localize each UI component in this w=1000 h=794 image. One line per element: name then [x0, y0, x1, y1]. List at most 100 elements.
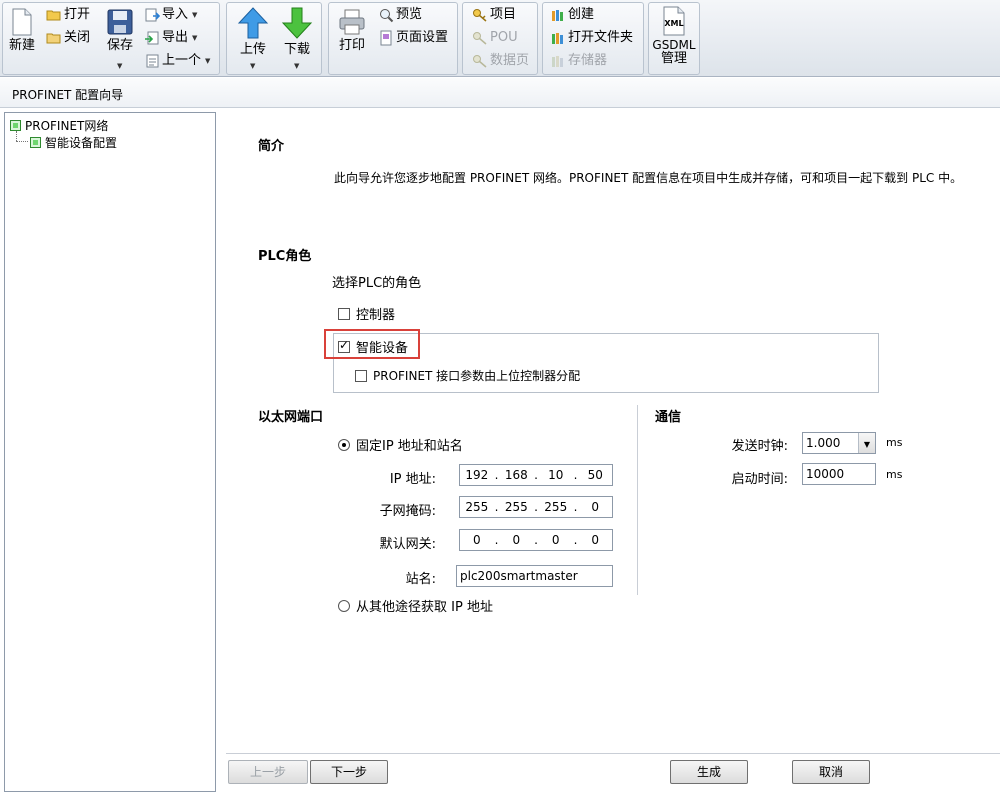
- download-arrow-icon: [281, 7, 313, 39]
- ip-octet-3[interactable]: 10: [539, 468, 573, 482]
- save-dropdown-arrow[interactable]: ▼: [117, 62, 122, 70]
- communication-heading: 通信: [655, 410, 682, 425]
- upload-button[interactable]: 上传: [232, 6, 274, 57]
- generate-button[interactable]: 生成: [670, 760, 748, 784]
- close-button[interactable]: 关闭: [46, 29, 90, 47]
- gateway-octet-1[interactable]: 0: [460, 533, 494, 547]
- station-name-input[interactable]: plc200smartmaster: [456, 565, 613, 587]
- send-clock-unit: ms: [886, 436, 903, 449]
- upload-arrow-icon: [237, 7, 269, 39]
- startup-time-unit: ms: [886, 468, 903, 481]
- create-button[interactable]: 创建: [550, 6, 594, 24]
- export-icon: [145, 31, 159, 45]
- memory-icon: [552, 56, 563, 67]
- wizard-content-panel: 简介 此向导允许您逐步地配置 PROFINET 网络。PROFINET 配置信息…: [216, 108, 1000, 794]
- intro-text: 此向导允许您逐步地配置 PROFINET 网络。PROFINET 配置信息在项目…: [334, 171, 963, 185]
- default-gateway-field[interactable]: 0. 0. 0. 0: [459, 529, 613, 551]
- ip-address-field[interactable]: 192. 168. 10. 50: [459, 464, 613, 486]
- next-step-button[interactable]: 下一步: [310, 760, 388, 784]
- mask-octet-2[interactable]: 255: [499, 500, 533, 514]
- ip-octet-2[interactable]: 168: [499, 468, 533, 482]
- pou-button[interactable]: POU: [472, 29, 518, 47]
- magnifier-icon: [380, 9, 394, 23]
- data-page-icon: [473, 55, 487, 68]
- send-clock-dropdown-button[interactable]: ▼: [858, 433, 875, 453]
- gateway-octet-2[interactable]: 0: [499, 533, 533, 547]
- page-setup-button[interactable]: 页面设置: [378, 29, 448, 47]
- save-disk-icon: [107, 9, 133, 35]
- new-button[interactable]: 新建: [4, 8, 40, 53]
- mask-octet-1[interactable]: 255: [460, 500, 494, 514]
- pou-icon: [473, 32, 487, 45]
- gateway-octet-4[interactable]: 0: [578, 533, 612, 547]
- data-page-button[interactable]: 数据页: [472, 52, 529, 70]
- other-ip-radio[interactable]: 从其他途径获取 IP 地址: [338, 596, 493, 615]
- other-ip-radio-dot[interactable]: [338, 599, 350, 612]
- subnet-mask-field[interactable]: 255. 255. 255. 0: [459, 496, 613, 518]
- send-clock-label: 发送时钟:: [731, 439, 788, 454]
- project-button[interactable]: 项目: [472, 6, 516, 24]
- save-button[interactable]: 保存: [102, 8, 138, 53]
- intro-heading: 简介: [258, 139, 285, 154]
- controller-checkbox[interactable]: 控制器: [338, 304, 395, 323]
- ethernet-heading: 以太网端口: [258, 410, 324, 425]
- default-gateway-label: 默认网关:: [379, 537, 436, 552]
- navigation-tree: PROFINET网络 智能设备配置: [4, 112, 216, 792]
- ip-octet-4[interactable]: 50: [578, 468, 612, 482]
- prev-step-button[interactable]: 上一步: [228, 760, 308, 784]
- gateway-octet-3[interactable]: 0: [539, 533, 573, 547]
- page-setup-icon: [380, 30, 392, 46]
- xml-file-icon: XML: [663, 6, 685, 36]
- open-library-folder-icon: [552, 33, 563, 44]
- network-node-icon: [10, 120, 21, 131]
- import-button[interactable]: 导入 ▼: [144, 6, 197, 24]
- import-icon: [145, 8, 160, 22]
- param-by-upper-controller-checkbox[interactable]: PROFINET 接口参数由上位控制器分配: [355, 367, 580, 384]
- tree-node-intelligent-device-config[interactable]: 智能设备配置: [30, 134, 117, 151]
- intelligent-device-checkbox[interactable]: 智能设备: [338, 337, 408, 356]
- startup-time-input[interactable]: 10000: [802, 463, 876, 485]
- open-folder-button[interactable]: 打开文件夹: [550, 29, 633, 47]
- folder-close-icon: [46, 33, 61, 44]
- cancel-button[interactable]: 取消: [792, 760, 870, 784]
- tree-node-profinet-network[interactable]: PROFINET网络: [10, 117, 108, 134]
- tree-connector: [16, 141, 28, 142]
- tree-connector: [16, 131, 17, 141]
- section-divider: [637, 405, 638, 595]
- plc-role-heading: PLC角色: [258, 249, 312, 264]
- controller-checkbox-box[interactable]: [338, 307, 350, 320]
- export-button[interactable]: 导出 ▼: [144, 29, 197, 47]
- mask-octet-4[interactable]: 0: [578, 500, 612, 514]
- gsdml-manage-button[interactable]: XML GSDML 管理: [650, 6, 698, 65]
- preview-button[interactable]: 预览: [378, 6, 422, 24]
- startup-time-label: 启动时间:: [731, 472, 788, 487]
- intelligent-device-checkbox-box[interactable]: [338, 338, 350, 353]
- print-button[interactable]: 打印: [334, 8, 370, 53]
- previous-button[interactable]: 上一个 ▼: [144, 52, 210, 70]
- plc-role-prompt: 选择PLC的角色: [332, 276, 422, 291]
- xml-badge: XML: [664, 19, 683, 28]
- device-config-node-icon: [30, 137, 41, 148]
- download-button[interactable]: 下载: [276, 6, 318, 57]
- ip-octet-1[interactable]: 192: [460, 468, 494, 482]
- button-bar-separator: [226, 753, 1000, 754]
- mask-octet-3[interactable]: 255: [539, 500, 573, 514]
- printer-icon: [339, 9, 365, 35]
- ribbon-toolbar: 新建 打开 关闭 保存 ▼ 导入 ▼ 导出 ▼ 上一个 ▼ 上传 ▼ 下载 ▼ …: [0, 0, 1000, 77]
- ip-address-label: IP 地址:: [389, 472, 436, 487]
- send-clock-select[interactable]: 1.000 ▼: [802, 432, 876, 454]
- send-clock-value: 1.000: [806, 436, 841, 450]
- create-library-icon: [552, 10, 563, 21]
- fixed-ip-radio[interactable]: 固定IP 地址和站名: [338, 435, 463, 454]
- fixed-ip-radio-dot[interactable]: [338, 438, 350, 451]
- wizard-title-bar: PROFINET 配置向导: [0, 78, 1000, 108]
- upload-dropdown-arrow[interactable]: ▼: [250, 62, 255, 70]
- download-dropdown-arrow[interactable]: ▼: [294, 62, 299, 70]
- param-by-upper-checkbox-box[interactable]: [355, 369, 367, 382]
- open-button[interactable]: 打开: [46, 6, 90, 24]
- memory-button[interactable]: 存储器: [550, 52, 607, 70]
- previous-icon: [146, 54, 159, 68]
- subnet-mask-label: 子网掩码:: [379, 504, 436, 519]
- folder-open-icon: [46, 10, 61, 21]
- key-icon: [473, 9, 487, 22]
